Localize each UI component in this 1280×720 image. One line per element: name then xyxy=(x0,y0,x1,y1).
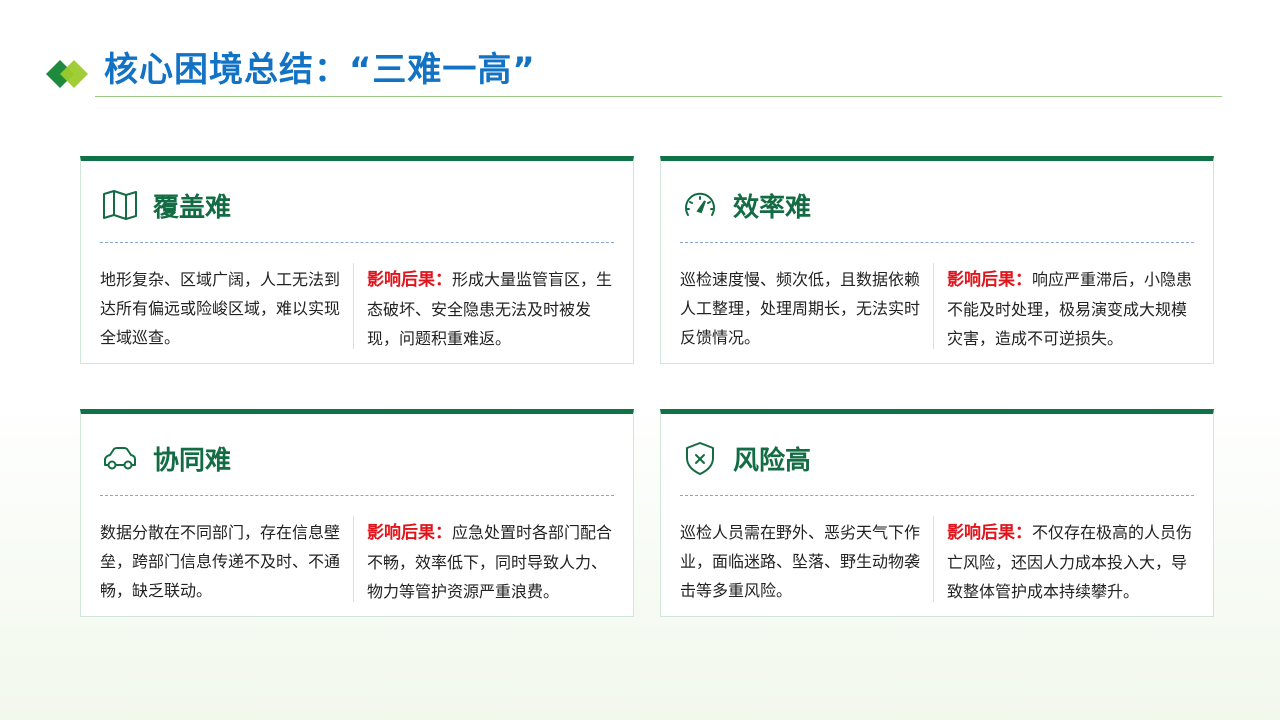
card-divider xyxy=(680,495,1194,496)
card-collaboration: 协同难 数据分散在不同部门，存在信息壁垒，跨部门信息传递不及时、不通畅，缺乏联动… xyxy=(80,409,634,617)
card-header: 覆盖难 xyxy=(101,185,231,225)
card-header: 协同难 xyxy=(101,438,231,478)
card-divider xyxy=(100,495,614,496)
card-divider xyxy=(100,242,614,243)
impact-label: 影响后果： xyxy=(367,270,452,290)
diamond-logo-icon xyxy=(46,60,88,88)
page-title: 核心困境总结：“三难一高” xyxy=(104,50,536,90)
card-description: 巡检人员需在野外、恶劣天气下作业，面临迷路、坠落、野生动物袭击等多重风险。 xyxy=(680,523,921,600)
card-title: 覆盖难 xyxy=(153,192,232,223)
impact-label: 影响后果： xyxy=(947,523,1032,543)
card-impact: 影响后果：响应严重滞后，小隐患不能及时处理，极易演变成大规模灾害，造成不可逆损失… xyxy=(947,265,1199,353)
header: 核心困境总结：“三难一高” xyxy=(0,0,1280,100)
card-efficiency: 效率难 巡检速度慢、频次低，且数据依赖人工整理，处理周期长，无法实时反馈情况。 … xyxy=(660,156,1214,364)
column-separator xyxy=(353,516,354,602)
car-icon xyxy=(101,439,139,477)
shield-x-icon xyxy=(681,439,719,477)
card-header: 风险高 xyxy=(681,438,811,478)
card-coverage: 覆盖难 地形复杂、区域广阔，人工无法到达所有偏远或险峻区域，难以实现全域巡查。 … xyxy=(80,156,634,364)
impact-label: 影响后果： xyxy=(947,270,1032,290)
card-title: 协同难 xyxy=(153,445,232,476)
impact-label: 影响后果： xyxy=(367,523,452,543)
card-title: 效率难 xyxy=(733,192,812,223)
card-description: 巡检速度慢、频次低，且数据依赖人工整理，处理周期长，无法实时反馈情况。 xyxy=(680,270,921,347)
column-separator xyxy=(933,263,934,349)
speedometer-icon xyxy=(681,186,719,224)
card-description: 地形复杂、区域广阔，人工无法到达所有偏远或险峻区域，难以实现全域巡查。 xyxy=(100,270,341,347)
card-impact: 影响后果：应急处置时各部门配合不畅，效率低下，同时导致人力、物力等管护资源严重浪… xyxy=(367,518,619,606)
title-underline xyxy=(95,96,1222,97)
card-divider xyxy=(680,242,1194,243)
card-description: 数据分散在不同部门，存在信息壁垒，跨部门信息传递不及时、不通畅，缺乏联动。 xyxy=(100,523,341,600)
map-icon xyxy=(101,186,139,224)
card-risk: 风险高 巡检人员需在野外、恶劣天气下作业，面临迷路、坠落、野生动物袭击等多重风险… xyxy=(660,409,1214,617)
card-impact: 影响后果：形成大量监管盲区，生态破坏、安全隐患无法及时被发现，问题积重难返。 xyxy=(367,265,619,353)
card-impact: 影响后果：不仅存在极高的人员伤亡风险，还因人力成本投入大，导致整体管护成本持续攀… xyxy=(947,518,1199,606)
card-header: 效率难 xyxy=(681,185,811,225)
column-separator xyxy=(353,263,354,349)
card-title: 风险高 xyxy=(733,445,812,476)
column-separator xyxy=(933,516,934,602)
